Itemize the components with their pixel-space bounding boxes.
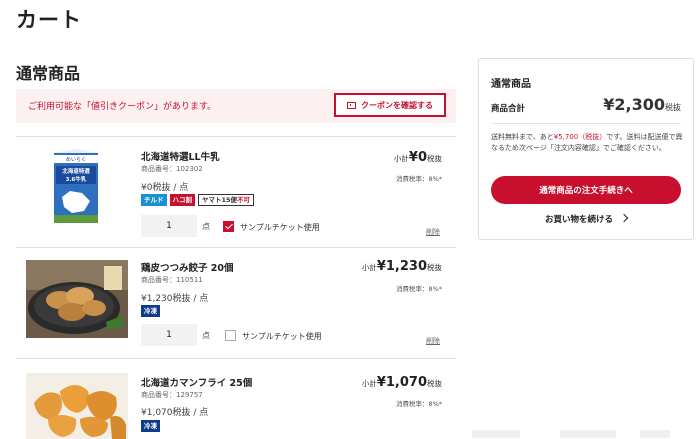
checkout-button[interactable]: 通常商品の注文手続きへ <box>491 176 681 204</box>
delete-link[interactable]: 削除 <box>426 227 440 237</box>
coupon-message: ご利用可能な「値引きクーポン」があります。 <box>28 102 217 112</box>
subtotal: 小計¥1,230税抜 <box>362 259 442 274</box>
summary-divider <box>491 123 681 124</box>
subtotal-suffix: 税抜 <box>427 154 442 163</box>
cart-item: めいらく 北海道特選 3.6牛乳 北海道特選LL牛乳 商品番号：102302 ¥… <box>16 137 456 247</box>
cart-item: 北海道カマンフライ 25個 商品番号：129757 ¥1,070税抜 / 点 冷… <box>16 359 456 439</box>
sample-ticket-checkbox[interactable] <box>223 221 234 232</box>
section-title: 通常商品 <box>16 64 81 83</box>
quantity-unit: 点 <box>202 222 210 231</box>
subtotal: 小計¥0税抜 <box>394 150 442 165</box>
cart-item: 鶏皮つつみ餃子 20個 商品番号：110511 ¥1,230税抜 / 点 冷凍 … <box>16 248 456 358</box>
chevron-right-icon <box>619 213 629 223</box>
subtotal-prefix: 小計 <box>361 379 377 388</box>
yamato-tag: ヤマト15便不可 <box>198 194 255 206</box>
box-discount-tag: ハコ割 <box>169 194 195 206</box>
total-label: 商品合計 <box>491 104 526 114</box>
subtotal-value: ¥0 <box>408 150 427 165</box>
unit-price: ¥0税抜 / 点 <box>141 183 189 193</box>
svg-text:3.6牛乳: 3.6牛乳 <box>66 175 87 183</box>
subtotal-prefix: 小計 <box>393 154 409 163</box>
product-name[interactable]: 鶏皮つつみ餃子 20個 <box>141 260 234 274</box>
total-value: ¥2,300 <box>603 95 665 114</box>
ticket-icon <box>347 101 356 109</box>
quantity-input[interactable]: 1 <box>141 324 197 346</box>
continue-shopping-label: お買い物を続ける <box>544 215 613 225</box>
product-code: 商品番号：129757 <box>141 391 203 399</box>
sample-ticket-label: サンプルチケット使用 <box>242 332 322 341</box>
product-name[interactable]: 北海道特選LL牛乳 <box>141 149 220 163</box>
milk-product-image: めいらく 北海道特選 3.6牛乳 <box>26 149 128 227</box>
tag-list: 冷凍 <box>141 420 160 432</box>
total-suffix: 税抜 <box>665 103 681 112</box>
camembert-fry-product-image <box>26 373 128 439</box>
frozen-tag: 冷凍 <box>141 420 160 432</box>
coupon-banner: ご利用可能な「値引きクーポン」があります。 クーポンを確認する <box>16 89 456 123</box>
sample-ticket-label: サンプルチケット使用 <box>240 223 320 232</box>
subtotal: 小計¥1,070税抜 <box>362 375 442 390</box>
faded-footer-element <box>640 430 670 438</box>
subtotal-prefix: 小計 <box>361 263 377 272</box>
delete-link[interactable]: 削除 <box>426 336 440 346</box>
subtotal-value: ¥1,070 <box>376 375 427 390</box>
quantity-unit: 点 <box>202 331 210 340</box>
total-amount: ¥2,300税抜 <box>603 95 681 114</box>
frozen-tag: 冷凍 <box>141 305 160 317</box>
tag-list: チルド ハコ割 ヤマト15便不可 <box>141 194 255 206</box>
faded-footer-element <box>472 430 520 438</box>
subtotal-suffix: 税抜 <box>427 379 442 388</box>
sample-ticket-checkbox[interactable] <box>225 330 236 341</box>
yamato-tag-label: ヤマト15便 <box>202 196 238 204</box>
summary-title: 通常商品 <box>491 79 531 90</box>
quantity-input[interactable]: 1 <box>141 215 197 237</box>
tax-rate: 消費税率：8%* <box>395 175 442 183</box>
continue-shopping-link[interactable]: お買い物を続ける <box>491 213 681 225</box>
svg-text:めいらく: めいらく <box>66 157 86 163</box>
product-name[interactable]: 北海道カマンフライ 25個 <box>141 375 252 389</box>
page-title: カート <box>16 8 82 32</box>
product-code: 商品番号：102302 <box>141 165 203 173</box>
unit-price: ¥1,230税抜 / 点 <box>141 294 209 304</box>
tax-rate: 消費税率：8%* <box>395 400 442 408</box>
tax-rate: 消費税率：8%* <box>395 285 442 293</box>
free-shipping-remaining: ¥5,700（税抜） <box>553 133 607 141</box>
check-coupon-button[interactable]: クーポンを確認する <box>334 93 446 117</box>
product-code: 商品番号：110511 <box>141 276 203 284</box>
subtotal-suffix: 税抜 <box>427 263 442 272</box>
shipping-note: 送料無料まで、あと¥5,700（税抜）です。送料は配送便で異なるため次ページ「注… <box>491 132 685 154</box>
not-available-label: 不可 <box>237 196 251 204</box>
tag-list: 冷凍 <box>141 305 160 317</box>
svg-text:北海道特選: 北海道特選 <box>62 167 90 175</box>
order-summary-panel: 通常商品 商品合計 ¥2,300税抜 送料無料まで、あと¥5,700（税抜）です… <box>478 58 694 240</box>
subtotal-value: ¥1,230 <box>376 259 427 274</box>
shipping-note-part1: 送料無料まで、あと <box>491 133 554 141</box>
gyoza-product-image <box>26 260 128 338</box>
faded-footer-element <box>560 430 616 438</box>
chilled-tag: チルド <box>141 194 167 206</box>
check-coupon-label: クーポンを確認する <box>361 100 433 110</box>
unit-price: ¥1,070税抜 / 点 <box>141 408 209 418</box>
